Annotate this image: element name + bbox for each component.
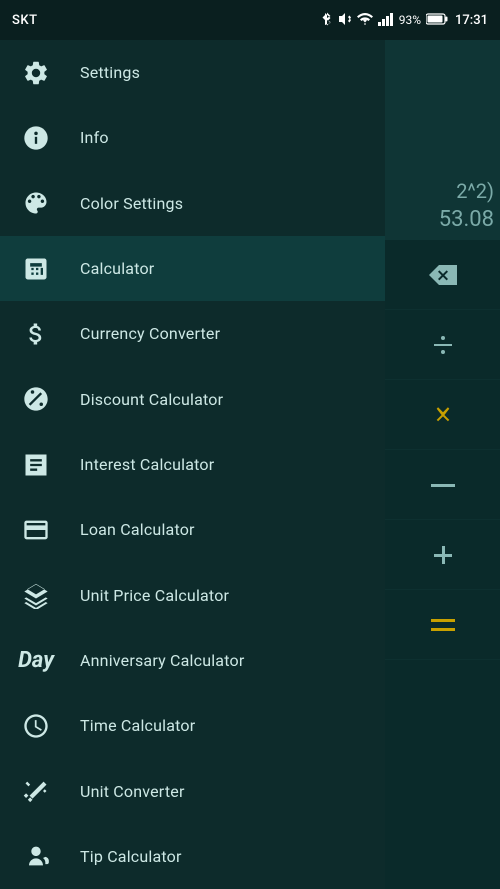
sidebar-item-settings[interactable]: Settings (0, 40, 385, 105)
calc-result: 53.08 (439, 207, 494, 232)
equals-button[interactable] (385, 590, 500, 660)
sidebar-item-info[interactable]: Info (0, 105, 385, 170)
unit-price-calculator-label: Unit Price Calculator (80, 586, 229, 605)
sidebar-item-tip-calculator[interactable]: Tip Calculator (0, 824, 385, 889)
interest-calculator-label: Interest Calculator (80, 455, 214, 474)
battery-icon (426, 13, 448, 28)
tip-icon (16, 836, 56, 876)
anniversary-calculator-label: Anniversary Calculator (80, 651, 244, 670)
divide-button[interactable] (385, 310, 500, 380)
calculator-panel: 2^2) 53.08 (385, 40, 500, 889)
gear-icon (16, 53, 56, 93)
interest-icon (16, 445, 56, 485)
sidebar-item-time-calculator[interactable]: Time Calculator (0, 693, 385, 758)
calc-expression: 2^2) (456, 179, 494, 203)
palette-icon (16, 183, 56, 223)
time-label: 17:31 (455, 13, 488, 28)
multiply-button[interactable] (385, 380, 500, 450)
signal-icon (378, 12, 394, 29)
sidebar-item-unit-price-calculator[interactable]: Unit Price Calculator (0, 563, 385, 628)
status-icons: 93% 17:31 (321, 11, 488, 30)
calc-display: 2^2) 53.08 (385, 40, 500, 240)
loan-icon (16, 510, 56, 550)
navigation-drawer: Settings Info Color Settings Calculator (0, 40, 385, 889)
day-icon: Day (16, 640, 56, 680)
battery-label: 93% (399, 13, 421, 27)
mute-icon (338, 12, 352, 29)
scale-icon (16, 575, 56, 615)
sidebar-item-currency-converter[interactable]: Currency Converter (0, 301, 385, 366)
discount-calculator-label: Discount Calculator (80, 390, 223, 409)
sidebar-item-interest-calculator[interactable]: Interest Calculator (0, 432, 385, 497)
sidebar-item-calculator[interactable]: Calculator (0, 236, 385, 301)
status-bar: SKT 93% (0, 0, 500, 40)
main-container: 2^2) 53.08 (0, 40, 500, 889)
bluetooth-icon (321, 11, 333, 30)
currency-converter-label: Currency Converter (80, 324, 220, 343)
time-calculator-label: Time Calculator (80, 716, 195, 735)
wifi-icon (357, 13, 373, 28)
tip-calculator-label: Tip Calculator (80, 847, 182, 866)
carrier-label: SKT (12, 13, 38, 28)
plus-button[interactable] (385, 520, 500, 590)
minus-button[interactable] (385, 450, 500, 520)
calculator-label: Calculator (80, 259, 154, 278)
sidebar-item-color-settings[interactable]: Color Settings (0, 171, 385, 236)
sidebar-item-loan-calculator[interactable]: Loan Calculator (0, 497, 385, 562)
info-icon (16, 118, 56, 158)
sidebar-item-discount-calculator[interactable]: Discount Calculator (0, 367, 385, 432)
dollar-icon (16, 314, 56, 354)
settings-label: Settings (80, 63, 140, 82)
color-settings-label: Color Settings (80, 194, 183, 213)
backspace-button[interactable] (385, 240, 500, 310)
sidebar-item-anniversary-calculator[interactable]: Day Anniversary Calculator (0, 628, 385, 693)
calculator-icon (16, 249, 56, 289)
percent-icon (16, 379, 56, 419)
sidebar-item-unit-converter[interactable]: Unit Converter (0, 758, 385, 823)
calc-buttons (385, 240, 500, 660)
info-label: Info (80, 128, 109, 147)
clock-icon (16, 706, 56, 746)
loan-calculator-label: Loan Calculator (80, 520, 195, 539)
ruler-icon (16, 771, 56, 811)
unit-converter-label: Unit Converter (80, 782, 185, 801)
